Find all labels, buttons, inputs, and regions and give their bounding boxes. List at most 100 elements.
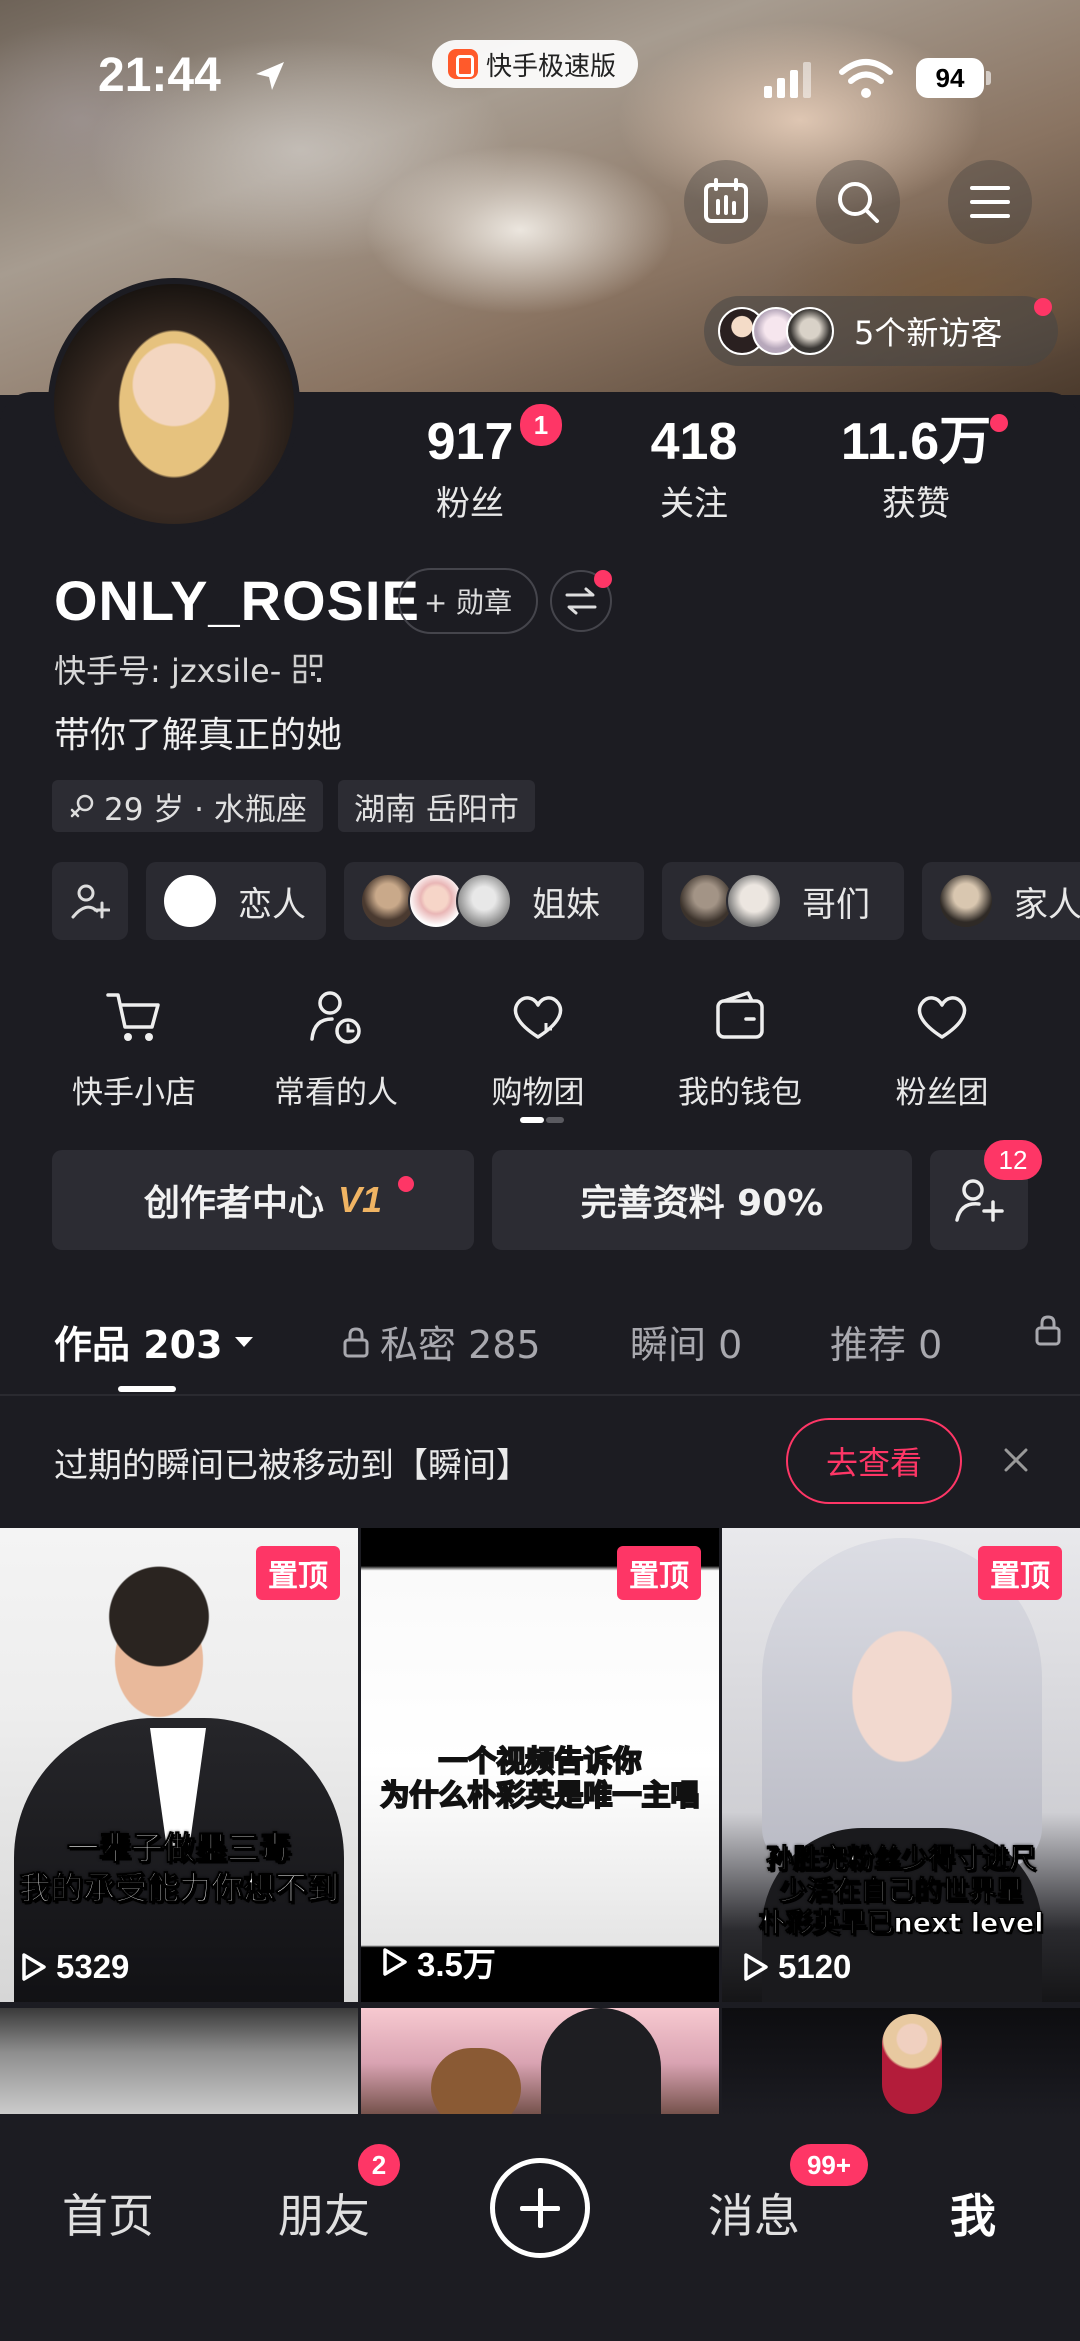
quick-frequent-people[interactable]: 常看的人 <box>236 985 436 1112</box>
kuaishou-id: 快手号: jzxsile- <box>54 652 282 690</box>
following-label: 关注 <box>660 484 728 524</box>
battery-icon: 94 <box>916 58 992 98</box>
app-return-pill[interactable]: 快手极速版 <box>432 40 639 88</box>
creator-center-button[interactable]: 创作者中心 V1 <box>52 1150 474 1250</box>
tab-private-label: 私密 285 <box>380 1323 541 1367</box>
cart-icon <box>106 993 160 1041</box>
creator-red-dot <box>398 1176 414 1192</box>
qr-code-icon[interactable] <box>293 654 323 684</box>
swap-icon <box>565 587 597 615</box>
likes-red-dot <box>990 414 1008 432</box>
caption-line: 一个视频告诉你 <box>437 1743 642 1779</box>
nav-me[interactable]: 我 <box>950 2180 996 2246</box>
stat-following[interactable]: 418 关注 <box>594 412 794 525</box>
friends-badge: 2 <box>358 2144 400 2186</box>
view-count: 3.5万 <box>381 1938 496 1986</box>
caption-line: 少活在自己的世界里 <box>779 1876 1023 1908</box>
relation-label: 姐妹 <box>532 884 600 925</box>
visitors-red-dot <box>1034 298 1052 316</box>
creator-center-label: 创作者中心 <box>143 1183 324 1224</box>
status-time: 21:44 <box>98 49 221 102</box>
lock-icon <box>343 1326 369 1357</box>
complete-profile-button[interactable]: 完善资料 90% <box>492 1150 912 1250</box>
menu-button[interactable] <box>948 160 1032 244</box>
location-arrow-icon <box>256 62 284 90</box>
video-grid: 置顶 一辈子做墨三毒 我的承受能力你想不到 5329 置顶 一个视频告诉你 为什… <box>0 1528 1080 2118</box>
video-thumbnail[interactable] <box>361 2008 719 2118</box>
video-thumbnail[interactable]: 置顶 孙胜完粉丝少得寸进尺 少活在自己的世界里 朴彩英早已next level … <box>722 1528 1080 2002</box>
relation-sisters[interactable]: 姐妹 <box>344 862 644 940</box>
pinned-badge: 置顶 <box>978 1546 1062 1600</box>
heart-bag-icon <box>513 996 563 1039</box>
thumbnail-figure <box>882 2014 942 2114</box>
relation-avatar <box>162 873 218 929</box>
tab-recommended[interactable]: 推荐 0 <box>830 1314 942 1369</box>
quick-frequent-label: 常看的人 <box>274 1075 398 1111</box>
search-icon <box>838 182 879 223</box>
status-bar: 21:44 快手极速版 94 <box>0 0 1080 150</box>
tab-private[interactable]: 私密 285 <box>342 1314 541 1369</box>
create-post-button[interactable] <box>490 2158 590 2258</box>
play-icon <box>22 1953 46 1981</box>
creator-level: V1 <box>337 1179 383 1220</box>
nav-friends[interactable]: 朋友 <box>278 2180 370 2246</box>
thumbnail-figure <box>431 2048 521 2118</box>
visitors-label: 5个新访客 <box>854 314 1003 352</box>
avatar[interactable] <box>48 278 300 530</box>
tab-active-indicator <box>118 1386 176 1392</box>
tab-works-label: 作品 203 <box>54 1323 223 1367</box>
tab-works[interactable]: 作品 203 <box>54 1314 255 1369</box>
quick-shop[interactable]: 快手小店 <box>34 985 234 1112</box>
profile-bio: 带你了解真正的她 <box>54 715 343 756</box>
calendar-button[interactable] <box>684 160 768 244</box>
relation-family[interactable]: 家人 <box>922 862 1080 940</box>
close-icon[interactable] <box>996 1440 1036 1480</box>
add-medal-button[interactable]: + 勋章 <box>398 568 538 634</box>
tab-recommended-label: 推荐 0 <box>830 1323 943 1367</box>
kuaishou-id-row[interactable]: 快手号: jzxsile- <box>54 646 323 692</box>
quick-fan-club[interactable]: 粉丝团 <box>842 985 1042 1112</box>
page-indicator <box>546 1117 564 1123</box>
messages-badge: 99+ <box>790 2144 868 2186</box>
relation-label: 恋人 <box>238 884 306 925</box>
location-tag: 湖南 岳阳市 <box>338 780 535 832</box>
video-caption: 孙胜完粉丝少得寸进尺 少活在自己的世界里 朴彩英早已next level <box>722 1844 1080 1940</box>
tab-locked-more[interactable] <box>1034 1314 1062 1346</box>
quick-wallet[interactable]: 我的钱包 <box>640 985 840 1112</box>
view-count-value: 5120 <box>778 1948 852 1985</box>
video-thumbnail[interactable]: 置顶 一辈子做墨三毒 我的承受能力你想不到 5329 <box>0 1528 358 2002</box>
view-count: 5329 <box>20 1948 129 1986</box>
quick-shopping-group[interactable]: 购物团 <box>438 985 638 1112</box>
stat-likes[interactable]: 11.6万 获赞 <box>816 412 1016 525</box>
pinned-badge: 置顶 <box>256 1546 340 1600</box>
nav-messages[interactable]: 消息 <box>708 2180 800 2246</box>
add-friend-badge: 12 <box>984 1140 1042 1180</box>
caption-line: 朴彩英早已next level <box>758 1908 1044 1940</box>
nav-home[interactable]: 首页 <box>62 2180 154 2246</box>
video-thumbnail[interactable]: 置顶 一个视频告诉你 为什么朴彩英是唯一主唱 3.5万 <box>361 1528 719 2002</box>
age-zodiac-tag: 29 岁 · 水瓶座 <box>52 780 323 832</box>
wallet-icon <box>716 991 764 1039</box>
thumbnail-figure <box>541 2008 661 2118</box>
relation-brothers[interactable]: 哥们 <box>662 862 904 940</box>
likes-label: 获赞 <box>882 484 950 524</box>
video-thumbnail[interactable] <box>722 2008 1080 2118</box>
view-button[interactable]: 去查看 <box>786 1418 962 1504</box>
search-button[interactable] <box>816 160 900 244</box>
quick-wallet-label: 我的钱包 <box>678 1075 802 1111</box>
age-zodiac-label: 29 岁 · 水瓶座 <box>104 791 307 828</box>
add-relation-button[interactable] <box>52 862 128 940</box>
tab-moments[interactable]: 瞬间 0 <box>630 1314 742 1369</box>
video-thumbnail[interactable] <box>0 2008 358 2118</box>
video-caption: 一辈子做墨三毒 我的承受能力你想不到 <box>0 1828 358 1908</box>
wifi-icon <box>839 59 893 98</box>
user-clock-icon <box>310 991 361 1044</box>
app-name: 快手极速版 <box>486 51 617 82</box>
relation-lover[interactable]: 恋人 <box>146 862 326 940</box>
video-caption: 一个视频告诉你 为什么朴彩英是唯一主唱 <box>361 1743 719 1813</box>
new-visitors-button[interactable]: 5个新访客 <box>704 296 1058 366</box>
view-count-value: 3.5万 <box>417 1946 496 1983</box>
location-label: 湖南 岳阳市 <box>354 791 519 828</box>
caption-line: 孙胜完粉丝少得寸进尺 <box>766 1844 1037 1876</box>
page-indicator-active <box>520 1117 544 1123</box>
